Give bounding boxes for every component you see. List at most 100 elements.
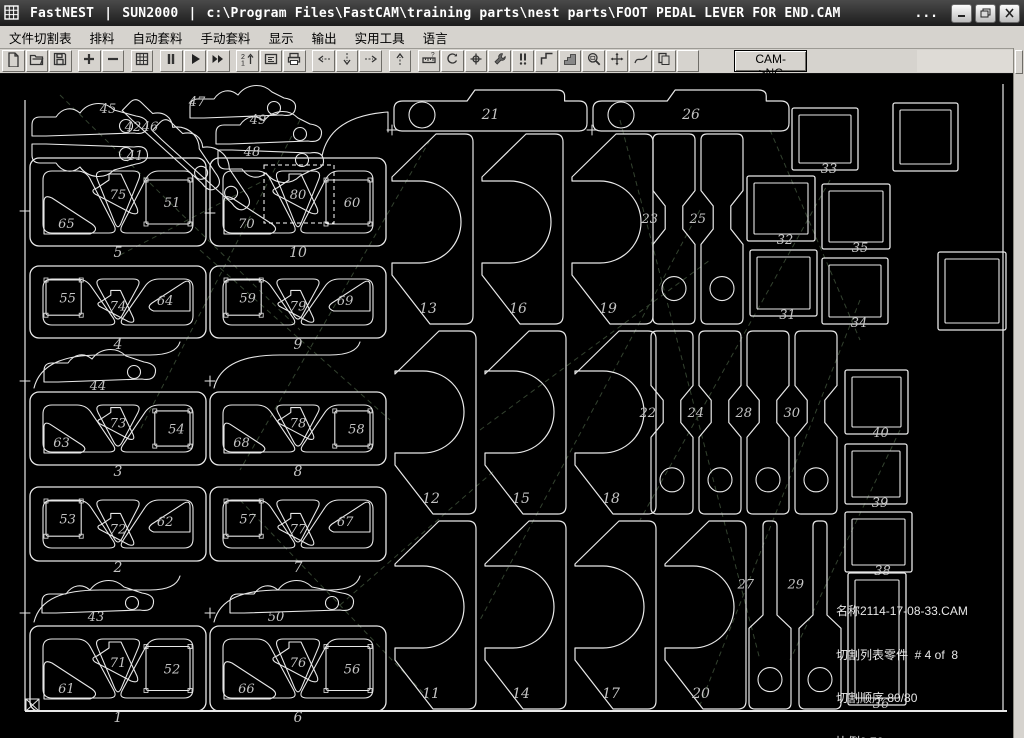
nest-part-17[interactable]: 17	[575, 521, 656, 709]
plate-origin-marker	[26, 699, 39, 711]
svg-text:67: 67	[337, 515, 354, 530]
zoom-in-button[interactable]	[78, 50, 101, 72]
nest-part-50[interactable]: 50	[230, 581, 354, 625]
step-contour-button[interactable]	[559, 50, 582, 72]
torch-spacing-button[interactable]	[512, 50, 535, 72]
save-button[interactable]	[49, 50, 72, 72]
run-fast-button[interactable]	[207, 50, 230, 72]
nest-part-21[interactable]: 21	[394, 90, 587, 131]
nest-part-14[interactable]: 14	[485, 521, 566, 709]
pause-button[interactable]	[160, 50, 183, 72]
nest-part-24[interactable]: 24	[686, 331, 741, 514]
nest-part-16[interactable]: 16	[482, 134, 563, 324]
move-left-button[interactable]	[312, 50, 335, 72]
nest-part-19[interactable]: 19	[572, 134, 653, 324]
nest-part-25[interactable]: 25	[688, 134, 743, 324]
nc-code-button[interactable]	[260, 50, 283, 72]
menu-display[interactable]: 显示	[260, 26, 303, 49]
nest-part-12[interactable]: 12	[395, 331, 476, 514]
svg-text:72: 72	[110, 522, 127, 537]
nest-part-15[interactable]: 15	[485, 331, 566, 514]
nest-part-unlabeled[interactable]	[893, 103, 958, 171]
zoom-out-button[interactable]	[102, 50, 125, 72]
menu-output[interactable]: 输出	[303, 26, 346, 49]
move-right-button[interactable]	[359, 50, 382, 72]
nest-part-31[interactable]: 31	[750, 250, 817, 323]
svg-text:5: 5	[114, 245, 123, 261]
blank-button[interactable]	[677, 50, 700, 72]
nest-part-18[interactable]: 18	[575, 331, 656, 514]
close-button[interactable]	[999, 4, 1020, 23]
nest-part-2[interactable]: 5362722	[30, 487, 206, 576]
nest-part-9[interactable]: 5969799	[210, 266, 386, 353]
nest-part-27[interactable]: 27	[736, 521, 791, 709]
minimize-button[interactable]	[951, 4, 972, 23]
zoom-extents-button[interactable]	[606, 50, 629, 72]
nest-part-35[interactable]: 35	[822, 184, 890, 256]
nest-part-43[interactable]: 43	[42, 581, 154, 625]
new-file-button[interactable]	[2, 50, 25, 72]
nest-part-34[interactable]: 34	[822, 258, 888, 331]
move-part-button[interactable]	[465, 50, 488, 72]
nest-part-26[interactable]: 26	[593, 90, 789, 131]
rotate-part-button[interactable]	[441, 50, 464, 72]
menu-nest[interactable]: 排料	[81, 26, 124, 49]
nest-part-3[interactable]: 7363543	[30, 392, 206, 480]
menu-manual-nest[interactable]: 手动套料	[192, 26, 260, 49]
svg-text:28: 28	[734, 406, 752, 421]
nest-part-44[interactable]: 44	[44, 350, 156, 394]
print-button[interactable]	[283, 50, 306, 72]
move-down-button[interactable]	[336, 50, 359, 72]
nest-part-10[interactable]: 80706010	[210, 158, 386, 261]
svg-text:54: 54	[168, 423, 185, 438]
svg-text:61: 61	[58, 682, 75, 697]
svg-text:39: 39	[872, 496, 889, 511]
nest-part-8[interactable]: 7868588	[210, 392, 386, 480]
torch-spacing-icon	[515, 51, 531, 72]
menu-file-cutlist[interactable]: 文件切割表	[0, 26, 81, 49]
nest-part-47[interactable]: 47	[188, 86, 296, 118]
nest-part-30[interactable]: 30	[783, 331, 837, 514]
nest-part-20[interactable]: 20	[665, 521, 746, 709]
nest-part-11[interactable]: 11	[395, 521, 476, 709]
nest-part-38[interactable]: 38	[845, 512, 912, 579]
nest-part-13[interactable]: 13	[392, 134, 473, 324]
restore-button[interactable]	[975, 4, 996, 23]
nest-part-32[interactable]: 32	[747, 176, 815, 248]
nest-part-7[interactable]: 5767777	[210, 487, 386, 576]
nest-part-6[interactable]: 7666566	[210, 626, 386, 726]
corner-loop-button[interactable]	[535, 50, 558, 72]
tools-button[interactable]	[488, 50, 511, 72]
nest-part-45[interactable]: 45	[99, 87, 232, 195]
nest-part-46[interactable]: 46	[141, 107, 262, 215]
scroll-nub[interactable]	[1015, 50, 1023, 74]
measure-button[interactable]: ?	[418, 50, 441, 72]
svg-text:11: 11	[422, 686, 440, 702]
menu-auto-nest[interactable]: 自动套料	[124, 26, 192, 49]
svg-text:31: 31	[779, 308, 796, 323]
nest-part-42[interactable]: 42	[32, 104, 148, 136]
pause-icon	[163, 51, 179, 72]
menu-language[interactable]: 语言	[414, 26, 457, 49]
nest-part-40[interactable]: 40	[845, 370, 908, 441]
nest-part-22[interactable]: 22	[638, 331, 693, 514]
nest-part-28[interactable]: 28	[734, 331, 789, 514]
nest-part-4[interactable]: 5564744	[30, 266, 206, 353]
zoom-window-button[interactable]	[582, 50, 605, 72]
nest-part-unlabeled[interactable]	[938, 252, 1006, 330]
nest-part-1[interactable]: 7161521	[30, 626, 206, 726]
cam-to-nc-button[interactable]: CAM->NC	[734, 50, 807, 72]
copy-part-button[interactable]	[653, 50, 676, 72]
nest-part-39[interactable]: 39	[845, 444, 907, 511]
nest-part-29[interactable]: 29	[786, 521, 841, 709]
open-file-button[interactable]	[26, 50, 49, 72]
nest-part-33[interactable]: 33	[792, 108, 858, 177]
plate-grid-button[interactable]	[131, 50, 154, 72]
menu-utilities[interactable]: 实用工具	[346, 26, 414, 49]
svg-text:80: 80	[290, 188, 307, 203]
bridge-curve-button[interactable]	[629, 50, 652, 72]
run-button[interactable]	[184, 50, 207, 72]
nest-part-5[interactable]: 7565515	[30, 158, 206, 261]
cut-sequence-button[interactable]: 21	[236, 50, 259, 72]
move-up-button[interactable]	[389, 50, 412, 72]
